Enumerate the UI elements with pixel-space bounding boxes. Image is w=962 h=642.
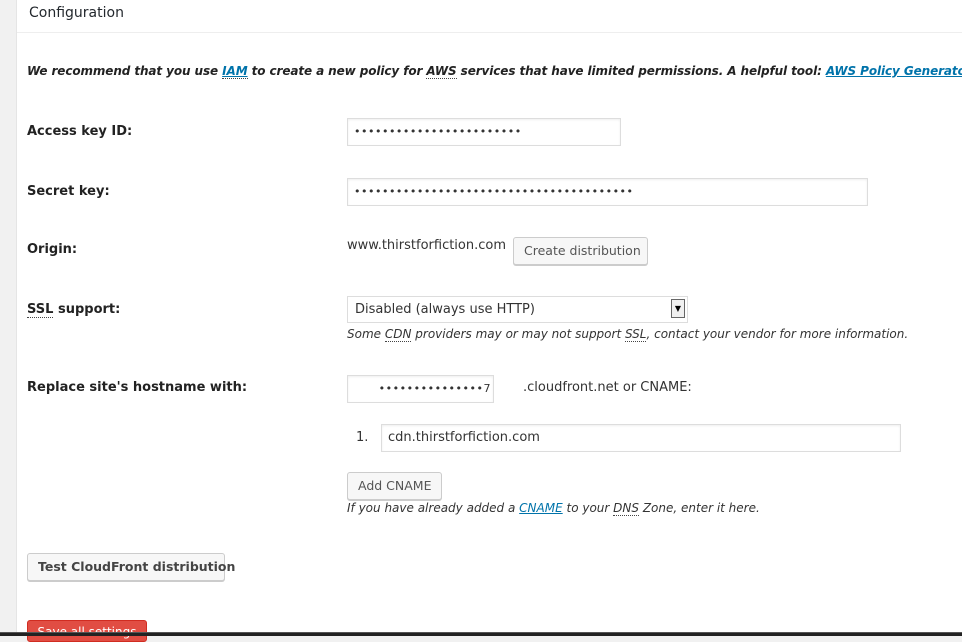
hostname-label: Replace site's hostname with: [27, 380, 248, 395]
dropdown-arrow-icon[interactable]: ▼ [671, 299, 685, 318]
panel-header: Configuration [17, 0, 962, 33]
cname-input[interactable]: cdn.thirstforfiction.com [381, 424, 901, 452]
access-key-label: Access key ID: [27, 124, 133, 139]
bottom-edge-bar [0, 632, 962, 636]
desc-part: providers may or may not support [411, 327, 625, 341]
configuration-panel: Configuration We recommend that you use … [16, 0, 962, 642]
cdn-abbr: CDN [384, 327, 412, 342]
ssl-support-select[interactable]: Disabled (always use HTTP) ▼ [347, 296, 688, 323]
save-all-settings-button[interactable]: Save all settings [27, 620, 147, 642]
add-cname-button[interactable]: Add CNAME [347, 472, 442, 500]
secret-key-input[interactable]: •••••••••••••••••••••••••••••••••••••••• [347, 178, 868, 206]
desc-part: If you have already added a [347, 501, 520, 515]
ssl-selected-value: Disabled (always use HTTP) [355, 302, 535, 317]
aws-abbr: AWS [426, 64, 457, 79]
desc-part: , contact your vendor for more informati… [646, 327, 909, 341]
intro-text-part: services that have limited permissions. … [456, 64, 826, 78]
create-distribution-button[interactable]: Create distribution [513, 237, 648, 265]
ssl-description: Some CDN providers may or may not suppor… [347, 327, 909, 342]
test-cloudfront-button[interactable]: Test CloudFront distribution [27, 553, 235, 581]
intro-text: We recommend that you use IAM to create … [27, 64, 962, 79]
intro-text-part: We recommend that you use [27, 64, 223, 78]
intro-text-part: to create a new policy for [247, 64, 427, 78]
desc-part: Zone, enter it here. [639, 501, 760, 515]
cname-index: 1. [356, 430, 369, 445]
access-key-input[interactable]: •••••••••••••••••••••••• [347, 118, 621, 146]
panel-title: Configuration [29, 5, 124, 21]
ssl-abbr-desc: SSL [624, 327, 647, 342]
ssl-label-text: support: [53, 302, 121, 317]
dns-abbr: DNS [613, 501, 639, 516]
origin-value: www.thirstforfiction.com [347, 238, 507, 253]
ssl-support-label: SSL support: [27, 302, 121, 318]
ssl-abbr: SSL [27, 302, 54, 318]
origin-label: Origin: [27, 242, 78, 257]
cloudfront-hostname-input[interactable]: •••••••••••••••7 [347, 375, 494, 403]
desc-part: to your [562, 501, 614, 515]
cname-description: If you have already added a CNAME to you… [347, 501, 760, 516]
cname-link[interactable]: CNAME [519, 501, 563, 515]
cloudfront-suffix: .cloudfront.net or CNAME: [523, 380, 692, 395]
aws-policy-generator-link[interactable]: AWS Policy Generator [826, 64, 962, 78]
secret-key-label: Secret key: [27, 184, 110, 199]
desc-part: Some [347, 327, 385, 341]
iam-link[interactable]: IAM [222, 64, 248, 79]
